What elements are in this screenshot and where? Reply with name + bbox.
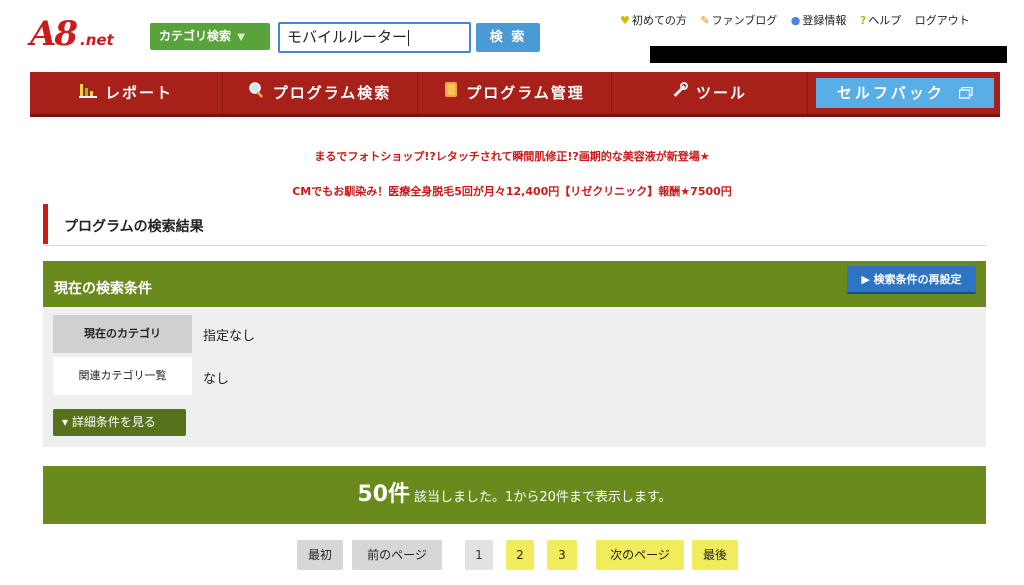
category-search-button[interactable]: カテゴリ検索 ▼ xyxy=(150,23,270,50)
title-accent-bar xyxy=(43,204,48,244)
nav-program-search[interactable]: プログラム検索 xyxy=(223,72,418,114)
link-registration[interactable]: ● 登録情報 xyxy=(791,14,847,27)
pager-page-1[interactable]: 1 xyxy=(465,540,493,570)
header: A8 .net カテゴリ検索 ▼ モバイルルーター 検 索 ♥ 初めての方 ✎ ファ… xyxy=(0,0,1024,70)
chart-icon xyxy=(78,72,97,114)
beginner-icon: ♥ xyxy=(620,14,630,27)
search-button[interactable]: 検 索 xyxy=(476,23,540,52)
related-category-value: なし xyxy=(203,372,230,387)
user-icon: ● xyxy=(790,14,801,27)
category-search-label: カテゴリ検索 xyxy=(159,29,232,43)
pager-next-button[interactable]: 次のページ xyxy=(596,540,684,570)
current-category-label: 現在のカテゴリ xyxy=(53,315,192,353)
new-window-icon xyxy=(958,79,973,109)
link-help-label: ヘルプ xyxy=(868,14,902,27)
self-back-button[interactable]: セルフバック xyxy=(816,78,994,108)
promo-link-1[interactable]: まるでフォトショップ!?レタッチされて瞬間肌修正!?画期的な美容液が新登場★ xyxy=(0,148,1024,164)
nav-tools-label: ツール xyxy=(695,84,747,102)
nav-program-management-label: プログラム管理 xyxy=(466,84,585,102)
search-conditions-header: 現在の検索条件 ▶ 検索条件の再設定 xyxy=(43,261,986,307)
link-fanblog[interactable]: ✎ ファンブログ xyxy=(700,14,777,27)
search-input[interactable]: モバイルルーター xyxy=(278,22,471,53)
nav-program-management[interactable]: プログラム管理 xyxy=(418,72,612,114)
pager-first-button[interactable]: 最初 xyxy=(297,540,343,570)
wrench-icon xyxy=(672,72,688,114)
related-category-label[interactable]: 関連カテゴリ一覧 xyxy=(53,357,192,395)
page-title: プログラムの検索結果 xyxy=(43,204,986,246)
main-nav: レポート プログラム検索 プログラム管理 ツール セルフバック xyxy=(30,72,1000,117)
pager-prev-button[interactable]: 前のページ xyxy=(352,540,442,570)
promo-link-2[interactable]: CMでもお馴染み！医療全身脱毛5回が月々12,400円【リゼクリニック】報酬★7… xyxy=(0,183,1024,199)
nav-tools[interactable]: ツール xyxy=(612,72,808,114)
current-category-value: 指定なし xyxy=(203,329,256,344)
result-count: 50件 xyxy=(357,482,411,507)
search-input-value: モバイルルーター xyxy=(287,28,408,46)
result-summary: 50件 該当しました。1から20件まで表示します。 xyxy=(43,466,986,524)
magnifier-icon xyxy=(248,72,265,114)
result-text: 該当しました。1から20件まで表示します。 xyxy=(414,490,672,505)
self-back-label: セルフバック xyxy=(836,84,945,102)
folder-icon xyxy=(444,72,458,114)
nav-report-label: レポート xyxy=(104,84,173,102)
show-details-button[interactable]: ▾ 詳細条件を見る xyxy=(53,409,186,436)
redacted-bar xyxy=(650,46,1007,63)
pager-last-button[interactable]: 最後 xyxy=(692,540,738,570)
a8net-logo[interactable]: A8 .net xyxy=(30,14,130,54)
logo-main: A8 xyxy=(30,14,78,54)
page-title-text: プログラムの検索結果 xyxy=(64,219,204,235)
pager-page-2[interactable]: 2 xyxy=(506,540,534,570)
link-beginner[interactable]: ♥ 初めての方 xyxy=(620,14,687,27)
pager-page-3[interactable]: 3 xyxy=(547,540,577,570)
chevron-down-icon: ▼ xyxy=(237,32,245,43)
search-conditions-title: 現在の検索条件 xyxy=(54,281,152,297)
nav-report[interactable]: レポート xyxy=(30,72,223,114)
link-beginner-label: 初めての方 xyxy=(631,14,687,27)
nav-program-search-label: プログラム検索 xyxy=(272,84,392,102)
top-links: ♥ 初めての方 ✎ ファンブログ ● 登録情報 ? ヘルプ ログアウト xyxy=(620,12,980,30)
link-fanblog-label: ファンブログ xyxy=(711,14,778,27)
pencil-icon: ✎ xyxy=(700,14,710,27)
link-help[interactable]: ? ヘルプ xyxy=(860,14,901,27)
text-caret xyxy=(408,29,410,46)
search-conditions-body: 現在のカテゴリ 指定なし 関連カテゴリ一覧 なし ▾ 詳細条件を見る xyxy=(43,307,986,447)
link-logout-label: ログアウト xyxy=(914,14,970,27)
link-logout[interactable]: ログアウト xyxy=(915,14,970,27)
logo-sub: .net xyxy=(80,31,114,49)
link-registration-label: 登録情報 xyxy=(802,14,847,27)
help-icon: ? xyxy=(859,14,867,27)
reset-conditions-button[interactable]: ▶ 検索条件の再設定 xyxy=(847,266,976,294)
